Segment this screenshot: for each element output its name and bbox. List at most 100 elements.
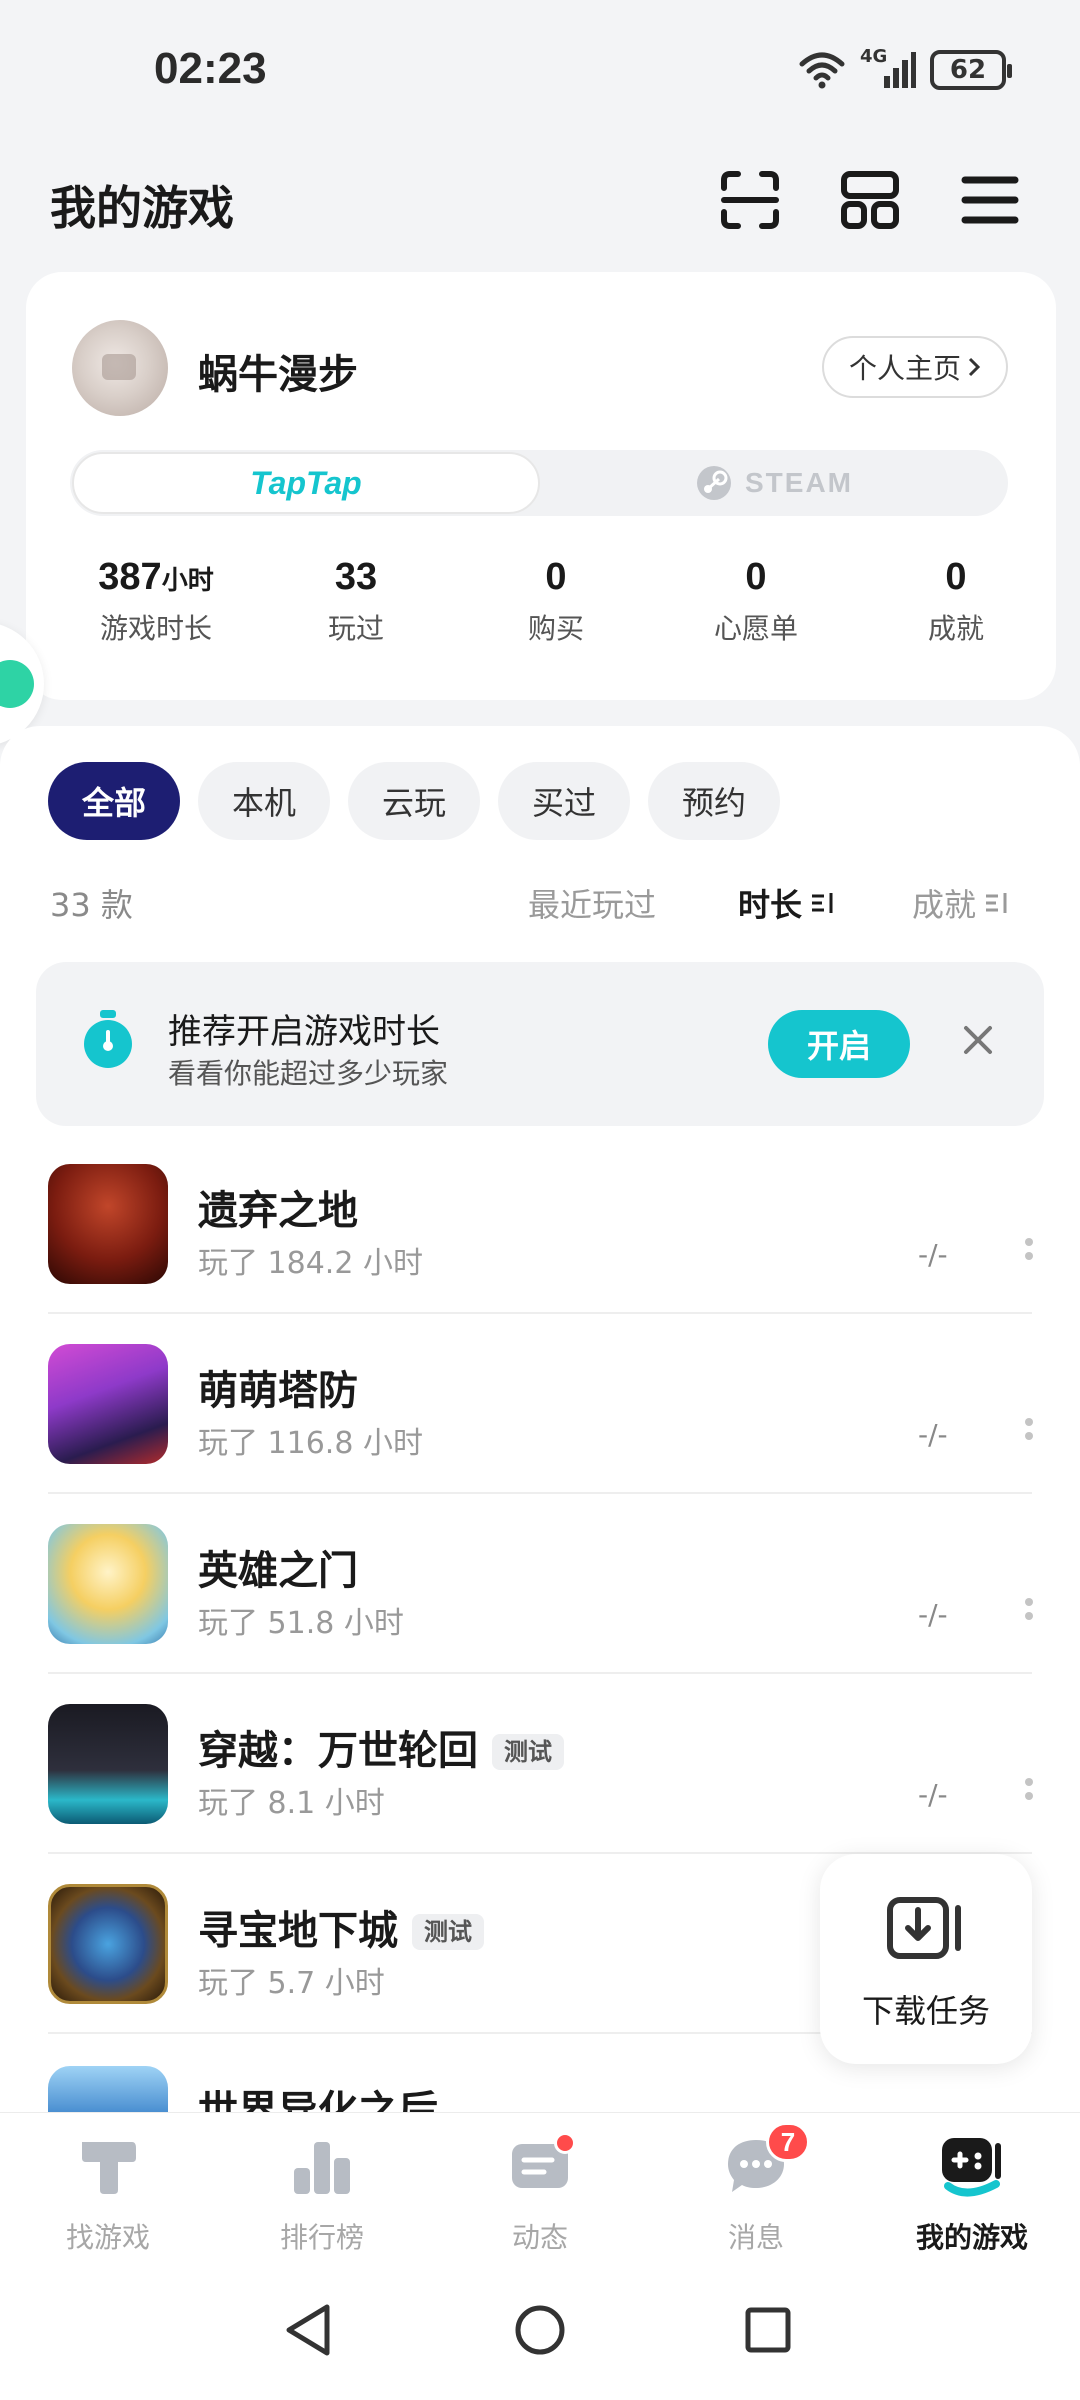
stat-played[interactable]: 33 玩过 xyxy=(266,556,446,647)
nav-label: 找游戏 xyxy=(65,2221,150,2254)
game-name: 遗弃之地 xyxy=(198,1188,358,1234)
sort-achievement[interactable]: 成就 xyxy=(912,880,1010,926)
rankings-icon xyxy=(286,2130,358,2202)
notification-dot xyxy=(554,2132,576,2154)
stat-label: 玩过 xyxy=(327,612,384,645)
nav-rankings[interactable]: 排行榜 xyxy=(222,2130,422,2256)
game-playtime: 玩了 51.8 小时 xyxy=(198,1606,404,1641)
game-name: 英雄之门 xyxy=(198,1548,358,1594)
sort-duration[interactable]: 时长 xyxy=(738,880,836,926)
stat-value: 0 xyxy=(545,556,567,598)
game-icon xyxy=(48,1524,168,1644)
steam-label: STEAM xyxy=(745,467,853,498)
game-name: 穿越：万世轮回 测试 xyxy=(198,1718,564,1776)
more-vertical-icon[interactable] xyxy=(1024,1232,1034,1266)
messages-icon: 7 xyxy=(720,2122,810,2202)
more-vertical-icon[interactable] xyxy=(1024,1772,1034,1806)
stat-value: 0 xyxy=(945,556,967,598)
filter-chip-local[interactable]: 本机 xyxy=(198,762,330,840)
game-name: 世界异化之后 xyxy=(198,2088,438,2112)
filter-chip-bought[interactable]: 买过 xyxy=(498,762,630,840)
filter-chip-reserved[interactable]: 预约 xyxy=(648,762,780,840)
game-count: 33 款 xyxy=(50,886,133,924)
stat-unit: 小时 xyxy=(161,566,214,596)
nav-find-games[interactable]: 找游戏 xyxy=(8,2130,208,2256)
promo-enable-button[interactable]: 开启 xyxy=(768,1010,910,1078)
scan-icon[interactable] xyxy=(710,160,790,240)
nav-label: 我的游戏 xyxy=(915,2221,1028,2254)
nav-label: 排行榜 xyxy=(279,2221,364,2254)
sort-icon xyxy=(812,893,833,913)
test-tag: 测试 xyxy=(412,1913,484,1950)
stat-label: 心愿单 xyxy=(713,612,798,645)
status-time: 02:23 xyxy=(154,44,267,93)
stat-value: 387 xyxy=(98,556,162,598)
divider xyxy=(48,1492,1032,1494)
steam-icon xyxy=(697,466,731,500)
page-title: 我的游戏 xyxy=(50,181,234,235)
game-name-text: 穿越：万世轮回 xyxy=(198,1728,478,1774)
nav-label: 消息 xyxy=(727,2221,784,2254)
game-score: -/- xyxy=(918,1418,948,1451)
stat-achievements[interactable]: 0 成就 xyxy=(866,556,1046,647)
game-name-text: 寻宝地下城 xyxy=(198,1908,398,1954)
sort-achievement-label: 成就 xyxy=(912,886,977,924)
game-score: -/- xyxy=(918,1598,948,1631)
stopwatch-icon xyxy=(84,1010,132,1068)
stat-wishlist[interactable]: 0 心愿单 xyxy=(666,556,846,647)
stat-purchased[interactable]: 0 购买 xyxy=(466,556,646,647)
platform-tab-taptap[interactable]: TapTap xyxy=(72,452,540,514)
back-icon[interactable] xyxy=(278,2300,338,2360)
game-score: -/- xyxy=(918,1778,948,1811)
avatar[interactable] xyxy=(72,320,168,416)
promo-subtitle: 看看你能超过多少玩家 xyxy=(168,1057,449,1090)
game-playtime: 玩了 116.8 小时 xyxy=(198,1426,423,1461)
stat-value: 33 xyxy=(334,556,378,598)
feed-icon xyxy=(504,2130,576,2202)
game-icon xyxy=(48,1884,168,2004)
game-icon xyxy=(48,1704,168,1824)
stat-label: 购买 xyxy=(527,612,584,645)
battery-icon: 62 xyxy=(930,50,1012,90)
game-icon xyxy=(48,1344,168,1464)
divider xyxy=(48,1312,1032,1314)
wifi-icon xyxy=(799,52,845,89)
stat-label: 游戏时长 xyxy=(99,612,212,645)
nav-label: 动态 xyxy=(511,2221,568,2254)
more-vertical-icon[interactable] xyxy=(1024,1412,1034,1446)
grid-view-icon[interactable] xyxy=(830,160,910,240)
game-score: -/- xyxy=(918,1238,948,1271)
game-playtime: 玩了 184.2 小时 xyxy=(198,1246,423,1281)
platform-tab-steam[interactable]: STEAM xyxy=(540,452,1008,514)
stat-label: 成就 xyxy=(927,612,984,645)
recents-icon[interactable] xyxy=(738,2300,798,2360)
sort-recent[interactable]: 最近玩过 xyxy=(528,880,656,926)
menu-icon[interactable] xyxy=(950,160,1030,240)
messages-badge: 7 xyxy=(766,2122,810,2162)
nav-messages[interactable]: 7 消息 xyxy=(656,2122,856,2256)
game-name: 寻宝地下城 测试 xyxy=(198,1898,484,1956)
home-icon[interactable] xyxy=(510,2300,570,2360)
game-name: 萌萌塔防 xyxy=(198,1368,358,1414)
game-icon xyxy=(48,2066,168,2112)
close-icon[interactable] xyxy=(958,1020,998,1060)
stat-value: 0 xyxy=(745,556,767,598)
nav-my-games[interactable]: 我的游戏 xyxy=(872,2130,1072,2256)
sort-icon xyxy=(986,893,1007,913)
filter-chip-cloud[interactable]: 云玩 xyxy=(348,762,480,840)
stat-playtime[interactable]: 387小时 游戏时长 xyxy=(66,556,246,647)
game-icon xyxy=(48,1164,168,1284)
download-tasks-label: 下载任务 xyxy=(861,1992,990,2030)
username: 蜗牛漫步 xyxy=(198,352,358,398)
my-games-icon xyxy=(936,2130,1008,2202)
profile-home-button[interactable]: 个人主页 xyxy=(822,336,1008,398)
filter-chip-all[interactable]: 全部 xyxy=(48,762,180,840)
download-icon xyxy=(887,1897,961,1959)
cellular-signal-icon: 4G xyxy=(860,46,916,90)
status-icons: 4G 62 xyxy=(798,46,1012,90)
assistant-icon xyxy=(0,660,34,708)
nav-feed[interactable]: 动态 xyxy=(440,2130,640,2256)
find-games-icon xyxy=(72,2130,144,2202)
more-vertical-icon[interactable] xyxy=(1024,1592,1034,1626)
chevron-right-icon xyxy=(968,357,981,377)
